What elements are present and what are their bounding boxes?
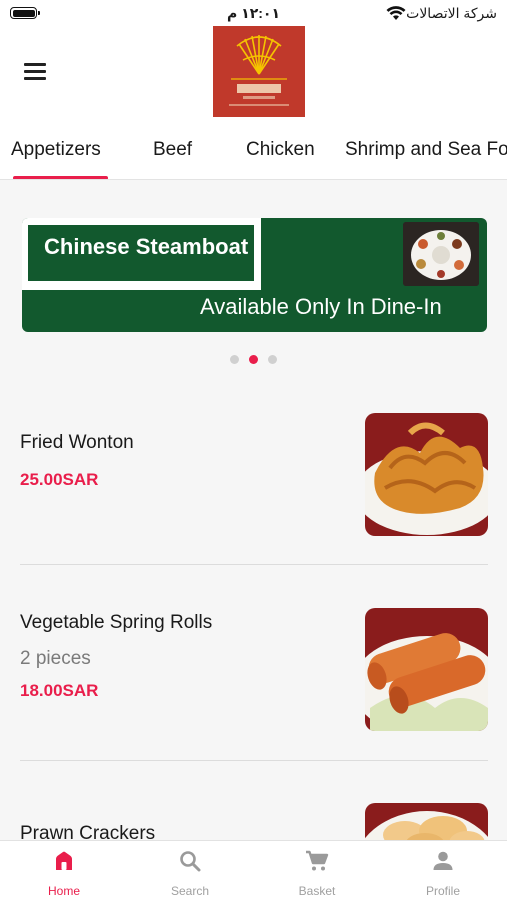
menu-item-vegetable-spring-rolls[interactable]: Vegetable Spring Rolls 2 pieces 18.00SAR [20, 608, 488, 731]
item-description: 2 pieces [20, 648, 91, 669]
item-photo [365, 803, 488, 843]
carrier-name: شركة الاتصالات [406, 5, 497, 21]
item-divider [20, 760, 488, 761]
item-divider [20, 564, 488, 565]
nav-profile-label: Profile [425, 884, 460, 898]
wifi-icon [386, 6, 406, 20]
tab-shrimp-and-seafood[interactable]: Shrimp and Sea Fo [345, 139, 507, 161]
app-header [0, 26, 507, 126]
person-icon [433, 851, 453, 870]
item-photo [365, 413, 488, 536]
item-photo [365, 608, 488, 731]
nav-home-label: Home [47, 884, 80, 898]
carousel-dot[interactable] [268, 355, 277, 364]
category-tabs: Appetizers Beef Chicken Shrimp and Sea F… [0, 126, 507, 180]
banner-title: Chinese Steamboat [28, 225, 254, 281]
nav-search[interactable]: Search [127, 841, 253, 900]
menu-item-fried-wonton[interactable]: Fried Wonton 25.00SAR [20, 413, 488, 536]
nav-search-label: Search [170, 884, 210, 898]
nav-home[interactable]: Home [1, 841, 127, 900]
carousel-dot[interactable] [230, 355, 239, 364]
banner-photo [403, 222, 479, 286]
tab-chicken[interactable]: Chicken [246, 139, 315, 161]
carousel-dot-active[interactable] [249, 355, 258, 364]
item-price: 25.00SAR [20, 470, 99, 489]
cart-icon [306, 850, 329, 871]
bottom-navigation: Home Search Basket Profile [0, 840, 507, 900]
tab-appetizers[interactable]: Appetizers [11, 139, 101, 161]
nav-profile[interactable]: Profile [380, 841, 506, 900]
promo-banner[interactable]: Chinese Steamboat Available Only In Dine… [22, 218, 487, 332]
banner-title-frame: Chinese Steamboat [22, 218, 261, 290]
restaurant-logo [213, 26, 305, 117]
tab-beef[interactable]: Beef [153, 139, 192, 161]
menu-item-prawn-crackers[interactable]: Prawn Crackers [20, 803, 488, 843]
active-tab-indicator [13, 176, 108, 179]
status-bar: ١٢:٠١ م شركة الاتصالات [0, 0, 507, 26]
item-name: Vegetable Spring Rolls [20, 612, 213, 633]
nav-basket[interactable]: Basket [254, 841, 380, 900]
item-price: 18.00SAR [20, 681, 99, 700]
banner-subtitle: Available Only In Dine-In [200, 294, 442, 319]
item-name: Fried Wonton [20, 432, 134, 453]
search-icon [180, 851, 201, 872]
carousel-dots [0, 351, 507, 369]
nav-basket-label: Basket [298, 884, 336, 898]
home-icon [56, 851, 72, 870]
hamburger-menu-icon[interactable] [24, 63, 48, 81]
